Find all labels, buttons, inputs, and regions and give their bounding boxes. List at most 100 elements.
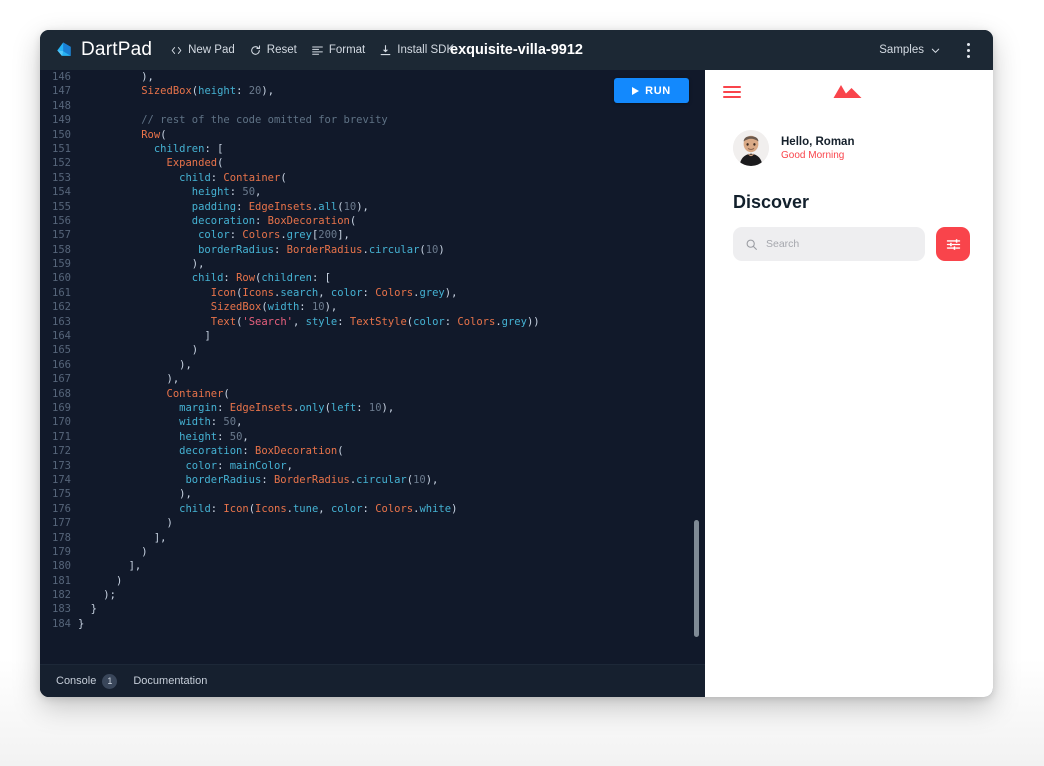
editor-pane: 145 ),146 ),147 SizedBox(height: 20),148… [40,70,705,697]
code-line[interactable]: 165 ) [40,343,705,357]
code-line-text: ], [128,560,142,573]
code-line[interactable]: 171 height: 50, [40,430,705,444]
code-line-text: child: Icon(Icons.tune, color: Colors.wh… [179,502,458,515]
greeting-subtitle: Good Morning [781,149,845,161]
code-line-text: color: mainColor, [185,459,293,472]
code-line-text: Expanded( [166,157,224,170]
code-line[interactable]: 152 Expanded( [40,156,705,170]
code-editor[interactable]: 145 ),146 ),147 SizedBox(height: 20),148… [40,70,705,631]
tab-console-label: Console [56,675,97,687]
code-line[interactable]: 162 SizedBox(width: 10), [40,300,705,314]
download-icon [380,44,391,55]
preview-appbar [705,70,993,114]
code-line[interactable]: 166 ), [40,358,705,372]
code-line[interactable]: 159 ), [40,257,705,271]
tab-console[interactable]: Console 1 [48,673,125,689]
line-number: 169 [52,401,71,414]
code-line[interactable]: 147 SizedBox(height: 20), [40,84,705,98]
code-line[interactable]: 170 width: 50, [40,415,705,429]
line-number: 183 [52,603,71,616]
code-line[interactable]: 148 [40,99,705,113]
code-line[interactable]: 155 padding: EdgeInsets.all(10), [40,200,705,214]
line-number: 150 [52,128,71,141]
code-line-text: ), [191,258,205,271]
code-line-text: ), [141,71,154,83]
line-number: 155 [52,200,71,213]
line-number: 170 [52,416,71,429]
code-line[interactable]: 180 ], [40,559,705,573]
code-line[interactable]: 156 decoration: BoxDecoration( [40,214,705,228]
code-line[interactable]: 182 ); [40,588,705,602]
line-number: 178 [52,531,71,544]
line-number: 171 [52,430,71,443]
samples-dropdown[interactable]: Samples [873,40,947,60]
editor-vertical-scrollbar[interactable] [694,520,699,637]
reset-button[interactable]: Reset [249,44,297,57]
code-line[interactable]: 154 height: 50, [40,185,705,199]
code-line[interactable]: 172 decoration: BoxDecoration( [40,444,705,458]
code-line-text: ) [141,545,148,558]
line-number: 151 [52,142,71,155]
code-line[interactable]: 150 Row( [40,128,705,142]
user-avatar[interactable] [733,130,769,166]
code-line[interactable]: 184} [40,617,705,631]
tab-documentation[interactable]: Documentation [125,675,215,687]
samples-label: Samples [879,44,924,56]
code-line[interactable]: 163 Text('Search', style: TextStyle(colo… [40,315,705,329]
more-options-button[interactable] [957,38,979,62]
code-line[interactable]: 169 margin: EdgeInsets.only(left: 10), [40,401,705,415]
code-line[interactable]: 146 ), [40,70,705,84]
code-line[interactable]: 183 } [40,602,705,616]
code-line[interactable]: 174 borderRadius: BorderRadius.circular(… [40,473,705,487]
code-line-text: ) [166,517,173,530]
code-line[interactable]: 151 children: [ [40,142,705,156]
line-number: 152 [52,157,71,170]
preview-logo [705,70,993,114]
code-line-text: child: Row(children: [ [191,272,331,285]
toolbar-right-group: Samples [873,30,979,70]
line-number: 181 [52,574,71,587]
code-line[interactable]: 158 borderRadius: BorderRadius.circular(… [40,243,705,257]
code-line[interactable]: 173 color: mainColor, [40,459,705,473]
format-button[interactable]: Format [311,44,365,57]
code-line-text: children: [ [153,142,224,155]
code-line[interactable]: 153 child: Container( [40,171,705,185]
new-pad-button[interactable]: New Pad [170,44,235,57]
install-sdk-label: Install SDK [397,44,455,56]
reset-label: Reset [266,44,297,56]
code-line-text: Container( [166,387,230,400]
code-line-text: padding: EdgeInsets.all(10), [191,200,369,213]
code-line[interactable]: 160 child: Row(children: [ [40,271,705,285]
hamburger-menu-icon[interactable] [723,85,741,99]
format-lines-icon [311,45,323,55]
code-line[interactable]: 178 ], [40,531,705,545]
code-line[interactable]: 179 ) [40,545,705,559]
code-line[interactable]: 157 color: Colors.grey[200], [40,228,705,242]
line-number: 166 [52,358,71,371]
line-number: 172 [52,445,71,458]
line-number: 184 [52,617,71,630]
code-line[interactable]: 167 ), [40,372,705,386]
code-line[interactable]: 164 ] [40,329,705,343]
code-line-text: margin: EdgeInsets.only(left: 10), [179,401,395,414]
code-line[interactable]: 176 child: Icon(Icons.tune, color: Color… [40,502,705,516]
code-line[interactable]: 161 Icon(Icons.search, color: Colors.gre… [40,286,705,300]
code-line-text: ), [166,373,180,386]
code-line[interactable]: 175 ), [40,487,705,501]
code-line[interactable]: 177 ) [40,516,705,530]
code-line[interactable]: 168 Container( [40,387,705,401]
code-line[interactable]: 149 // rest of the code omitted for brev… [40,113,705,127]
line-number: 162 [52,301,71,314]
code-line[interactable]: 181 ) [40,574,705,588]
filter-button[interactable] [936,227,970,261]
search-input[interactable]: Search [733,227,925,261]
code-scroll-area[interactable]: 145 ),146 ),147 SizedBox(height: 20),148… [40,70,705,664]
install-sdk-button[interactable]: Install SDK [379,44,454,57]
run-button[interactable]: RUN [614,78,689,103]
line-number: 163 [52,315,71,328]
hamburger-line [723,96,741,99]
code-line-text: borderRadius: BorderRadius.circular(10), [185,473,439,486]
kebab-dot [966,48,970,52]
code-line-text: width: 50, [179,416,243,429]
code-line-text: color: Colors.grey[200], [198,229,350,242]
